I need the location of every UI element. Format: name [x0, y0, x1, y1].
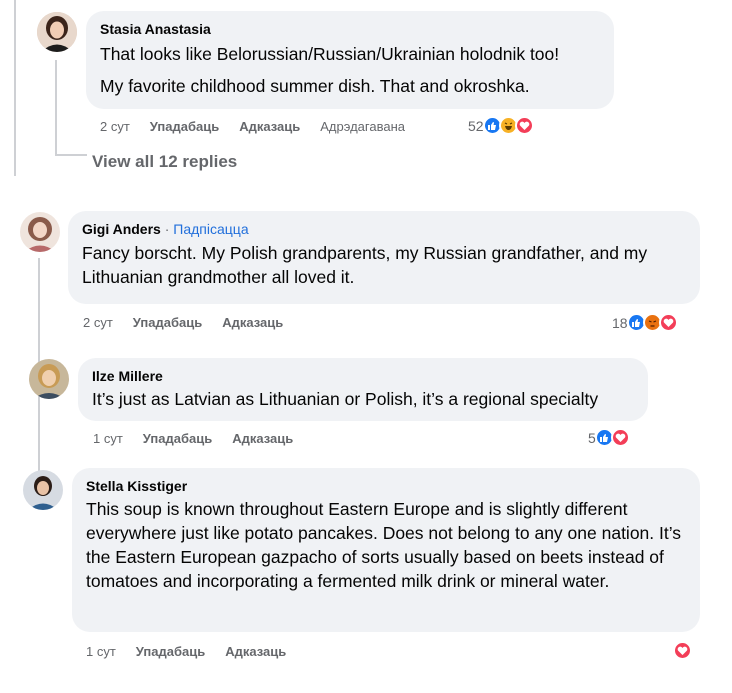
thread-line-replies-elbow: [55, 154, 87, 156]
separator-dot: ·: [160, 221, 174, 237]
reply-button[interactable]: Адказаць: [232, 431, 293, 446]
reaction-summary[interactable]: [673, 641, 692, 660]
reaction-count: 52: [468, 117, 484, 134]
edited-label: Адрэдагавана: [320, 119, 405, 134]
comment-actions: 1 сут Упадабаць Адказаць: [93, 431, 313, 446]
comment-text: This soup is known throughout Eastern Eu…: [86, 499, 682, 591]
timestamp[interactable]: 2 сут: [83, 315, 113, 330]
like-button[interactable]: Упадабаць: [150, 119, 219, 134]
comment-bubble: Stella Kisstiger This soup is known thro…: [72, 468, 700, 632]
love-icon: [514, 116, 534, 135]
comment-author[interactable]: Gigi Anders: [82, 221, 161, 237]
follow-button[interactable]: Падпісацца: [173, 221, 248, 237]
comment-actions: 2 сут Упадабаць Адказаць Адрэдагавана: [100, 119, 425, 134]
reaction-summary[interactable]: 18: [612, 313, 678, 332]
timestamp[interactable]: 1 сут: [86, 644, 116, 659]
comment-bubble: Stasia Anastasia That looks like Belorus…: [86, 11, 614, 109]
thread-line-top: [14, 0, 16, 176]
comment-author[interactable]: Ilze Millere: [92, 367, 634, 385]
comment-text: Fancy borscht. My Polish grandparents, m…: [82, 243, 648, 287]
love-icon: [658, 313, 678, 332]
like-button[interactable]: Упадабаць: [143, 431, 212, 446]
comment-text: It’s just as Latvian as Lithuanian or Po…: [92, 389, 599, 409]
reaction-summary[interactable]: 5: [588, 428, 630, 447]
avatar[interactable]: [23, 470, 63, 510]
comment-author[interactable]: Stella Kisstiger: [86, 477, 686, 495]
timestamp[interactable]: 2 сут: [100, 119, 130, 134]
thread-line-replies-connector: [55, 60, 57, 156]
comment-bubble: Ilze Millere It’s just as Latvian as Lit…: [78, 358, 648, 421]
reply-button[interactable]: Адказаць: [225, 644, 286, 659]
view-all-replies-link[interactable]: View all 12 replies: [92, 152, 237, 172]
reply-button[interactable]: Адказаць: [222, 315, 283, 330]
comment-actions: 1 сут Упадабаць Адказаць: [86, 644, 306, 659]
like-button[interactable]: Упадабаць: [136, 644, 205, 659]
timestamp[interactable]: 1 сут: [93, 431, 123, 446]
reply-button[interactable]: Адказаць: [239, 119, 300, 134]
comment-text: That looks like Belorussian/Russian/Ukra…: [100, 44, 560, 64]
avatar[interactable]: [29, 359, 69, 399]
reaction-count: 18: [612, 314, 628, 331]
comment-author[interactable]: Stasia Anastasia: [100, 20, 600, 38]
avatar[interactable]: [20, 212, 60, 252]
comment-text: My favorite childhood summer dish. That …: [100, 76, 530, 96]
reaction-summary[interactable]: 52: [468, 116, 534, 135]
love-icon: [673, 641, 692, 660]
avatar[interactable]: [37, 12, 77, 52]
comment-bubble: Gigi Anders · Падпісацца Fancy borscht. …: [68, 211, 700, 304]
comment-actions: 2 сут Упадабаць Адказаць: [83, 315, 303, 330]
love-icon: [610, 428, 630, 447]
comment-author-row: Gigi Anders · Падпісацца: [82, 220, 686, 238]
like-button[interactable]: Упадабаць: [133, 315, 202, 330]
